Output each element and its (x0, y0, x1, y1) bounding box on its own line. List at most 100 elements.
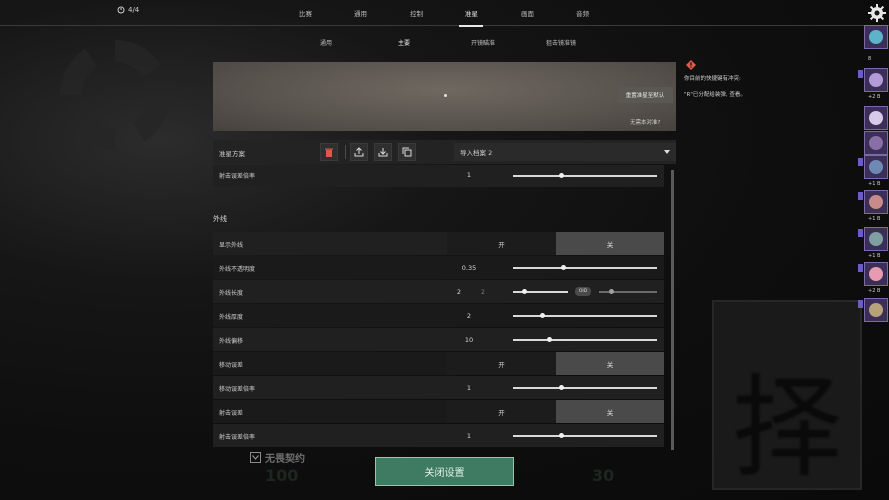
tab-general[interactable]: 通用 (354, 8, 367, 18)
toggle-off-button[interactable]: 关 (556, 232, 664, 255)
link-toggle-button[interactable]: OID (575, 287, 591, 296)
tab-match[interactable]: 比赛 (299, 8, 312, 18)
slider-knob[interactable] (561, 265, 567, 270)
notice-line-2[interactable]: "R"已分配给装弹, 查看。 (684, 90, 746, 98)
setting-slider-b[interactable] (599, 289, 657, 294)
upload-icon[interactable] (350, 143, 368, 161)
slider-knob[interactable] (558, 173, 564, 178)
avatar[interactable] (864, 298, 888, 322)
setting-row-outline-opacity: 外线不透明度 0.35 (213, 256, 664, 279)
slider-knob[interactable] (539, 313, 545, 318)
avatar-image (869, 303, 883, 317)
setting-label: 移动误差倍率 (219, 386, 256, 393)
setting-slider[interactable] (513, 265, 657, 270)
avatar-bonus: +2 B (868, 288, 881, 294)
warning-icon (686, 60, 696, 70)
trash-icon[interactable] (320, 143, 338, 161)
active-tab-indicator (459, 25, 483, 27)
subtab-general[interactable]: 通用 (320, 38, 332, 47)
toggle-off-button[interactable]: 关 (556, 352, 664, 375)
avatar-marker (858, 264, 863, 272)
setting-slider[interactable] (513, 313, 657, 318)
player-avatar-column: 8 +2 B +1 B +1 B +1 B +2 B (858, 24, 889, 364)
gear-icon[interactable] (867, 3, 887, 23)
avatar-count: 8 (868, 56, 872, 62)
background-score-left: 100 (265, 466, 299, 485)
toggle-on-button[interactable]: 开 (447, 400, 556, 423)
close-settings-button[interactable]: 关闭设置 (375, 457, 514, 486)
tab-video[interactable]: 画面 (521, 8, 534, 18)
avatar-marker (858, 300, 863, 308)
setting-slider[interactable] (513, 337, 657, 342)
avatar-image (869, 136, 883, 150)
setting-label: 外线偏移 (219, 338, 244, 345)
setting-label: 射击误差倍率 (219, 434, 256, 441)
toggle-off-button[interactable]: 关 (556, 400, 664, 423)
setting-toggle: 开 关 (447, 400, 664, 423)
tab-controls[interactable]: 控制 (410, 8, 423, 18)
setting-row-show-outlines: 显示外线 开 关 (213, 232, 664, 255)
avatar-marker (858, 192, 863, 200)
setting-label: 射击误差倍率 (219, 173, 256, 180)
avatar[interactable] (864, 131, 888, 155)
setting-value[interactable]: 1 (447, 171, 491, 179)
settings-scrollbar[interactable] (671, 170, 674, 450)
avatar[interactable] (864, 106, 888, 130)
avatar[interactable] (864, 68, 888, 92)
setting-slider[interactable] (513, 385, 657, 390)
main-tabs: 比赛 通用 控制 准星 画面 音频 (0, 8, 889, 26)
notice-line-1: 你目前的快捷键有冲突: (684, 76, 741, 82)
slider-knob[interactable] (558, 385, 564, 390)
scrollbar-thumb[interactable] (671, 170, 674, 450)
setting-value[interactable]: 10 (447, 336, 491, 344)
setting-slider[interactable] (513, 433, 657, 438)
avatar[interactable] (864, 227, 888, 251)
avatar-image (869, 195, 883, 209)
slider-knob[interactable] (558, 433, 564, 438)
setting-value[interactable]: 1 (447, 432, 491, 440)
avatar[interactable] (864, 155, 888, 179)
download-icon[interactable] (374, 143, 392, 161)
sub-tabs: 通用 主要 开镜瞄准 狙击镜准镜 (0, 38, 889, 52)
toggle-on-button[interactable]: 开 (447, 232, 556, 255)
setting-slider-a[interactable] (513, 289, 568, 294)
copy-icon[interactable] (398, 143, 416, 161)
slider-knob[interactable] (608, 289, 614, 294)
setting-label: 外线长度 (219, 290, 244, 297)
tab-audio[interactable]: 音频 (576, 8, 589, 18)
setting-label: 外线厚度 (219, 314, 244, 321)
avatar[interactable] (864, 190, 888, 214)
slider-knob[interactable] (522, 289, 527, 294)
avatar[interactable] (864, 25, 888, 49)
link-toggle-label: OID (578, 289, 588, 294)
subtab-ads[interactable]: 开镜瞄准 (471, 38, 495, 47)
expand-checkbox[interactable] (250, 452, 261, 463)
avatar-bonus: +1 B (868, 253, 881, 259)
subtab-primary[interactable]: 主要 (398, 38, 410, 47)
setting-value[interactable]: 0.35 (447, 264, 491, 272)
setting-value-b[interactable]: 2 (471, 288, 495, 296)
section-title-outlines: 外线 (213, 215, 227, 223)
bottom-left-group: 无畏契约 (250, 450, 305, 465)
import-profile-value: 导入档案 2 (460, 149, 493, 157)
avatar-marker (858, 229, 863, 237)
setting-value-a[interactable]: 2 (447, 288, 471, 296)
avatar-image (869, 111, 883, 125)
no-show-link[interactable]: 无需本对准? (630, 118, 660, 126)
setting-value[interactable]: 2 (447, 312, 491, 320)
tab-crosshair[interactable]: 准星 (465, 8, 478, 18)
setting-label: 移动误差 (219, 362, 244, 369)
avatar-bonus: +1 B (868, 216, 881, 222)
import-profile-select[interactable]: 导入档案 2 (454, 143, 676, 161)
chevron-down-icon (664, 150, 670, 154)
setting-label: 射击误差 (219, 410, 244, 417)
toolbar-divider (345, 145, 346, 159)
setting-value[interactable]: 1 (447, 384, 491, 392)
setting-row-firing-error: 射击误差 开 关 (213, 400, 664, 423)
setting-slider[interactable] (513, 173, 657, 178)
slider-knob[interactable] (547, 337, 552, 342)
reset-crosshair-button[interactable]: 重置准星至默认 (617, 87, 673, 103)
subtab-sniper-scope[interactable]: 狙击镜准镜 (546, 38, 576, 47)
toggle-on-button[interactable]: 开 (447, 352, 556, 375)
avatar[interactable] (864, 262, 888, 286)
